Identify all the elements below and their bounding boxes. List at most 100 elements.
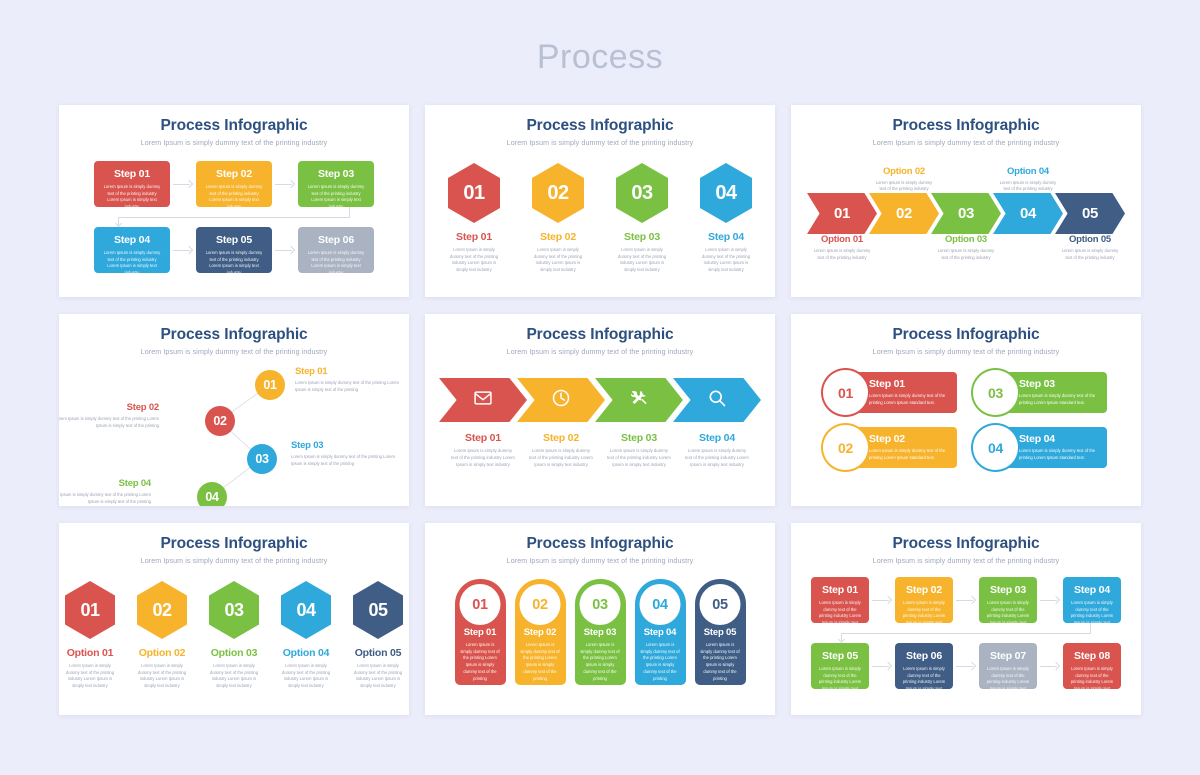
pill-step[interactable]: 04 Step 04 Lorem Ipsum is simply dummy tex… xyxy=(973,425,1107,470)
tag-step[interactable]: 02 Step 02 Lorem Ipsum is simply dummy tex… xyxy=(514,579,566,685)
infographic-grid: Process Infographic Lorem Ipsum is simpl… xyxy=(0,105,1200,715)
step-box[interactable]: Step 05 Lorem Ipsum is simply dummy text … xyxy=(811,643,869,697)
hexagon-item[interactable]: 04 Option 04 Lorem Ipsum is simply dummy t… xyxy=(276,581,336,690)
chevron-step[interactable]: 04 xyxy=(993,193,1063,234)
hexagon-label: Step 03 xyxy=(624,231,660,243)
chevron-label: Step 04 xyxy=(699,432,735,444)
hexagon-item[interactable]: 02 Step 02 Lorem Ipsum is simply dummy tex… xyxy=(528,163,588,274)
step-box-label: Step 03 xyxy=(990,584,1026,596)
step-box-label: Step 07 xyxy=(990,650,1026,662)
zigzag-text-group: Step 02 Lorem Ipsum is simply dummy text … xyxy=(59,402,159,430)
hexagon-label: Step 02 xyxy=(540,231,576,243)
hexagon-item[interactable]: 04 Step 04 Lorem Ipsum is simply dummy tex… xyxy=(696,163,756,274)
chevron-step[interactable] xyxy=(517,378,605,422)
labels-top: Option 01Lorem Ipsum is simply dummy tex… xyxy=(801,147,1131,193)
step-box[interactable]: Step 06 Lorem Ipsum is simply dummy text … xyxy=(298,227,374,275)
step-row-top: Step 01 Lorem Ipsum is simply dummy text … xyxy=(811,577,1121,631)
step-box-label: Step 01 xyxy=(114,168,150,180)
card-hexagons-5[interactable]: Process Infographic Lorem Ipsum is simpl… xyxy=(59,523,409,715)
step-box[interactable]: Step 03 Lorem Ipsum is simply dummy text … xyxy=(298,161,374,209)
chevron-option-label-group: Option 01 Lorem Ipsum is simply dummy tex… xyxy=(811,234,873,261)
card-subtitle: Lorem Ipsum is simply dummy text of the … xyxy=(506,557,694,565)
chevron-row xyxy=(425,378,775,422)
card-title: Process Infographic xyxy=(160,326,308,343)
tag-description: Lorem Ipsum is simply dummy text of the … xyxy=(640,642,680,681)
clock-icon xyxy=(551,388,571,413)
hexagon-description: Lorem Ipsum is simply dummy text of the … xyxy=(137,663,187,689)
arrow-icon xyxy=(953,595,979,605)
pill-description: Lorem Ipsum is simply dummy text of the … xyxy=(1019,393,1096,405)
chevron-description: Lorem Ipsum is simply dummy text of the … xyxy=(529,448,593,467)
step-box-label: Step 04 xyxy=(1074,584,1110,596)
pill-step[interactable]: 02 Step 02 Lorem Ipsum is simply dummy tex… xyxy=(823,425,957,470)
hexagon-number: 02 xyxy=(532,163,584,223)
step-box[interactable]: Step 08 Lorem Ipsum is simply dummy text … xyxy=(1063,643,1121,697)
tag-step[interactable]: 01 Step 01 Lorem Ipsum is simply dummy tex… xyxy=(454,579,506,685)
pill-step[interactable]: 01 Step 01 Lorem Ipsum is simply dummy tex… xyxy=(823,370,957,415)
step-box[interactable]: Step 05 Lorem Ipsum is simply dummy text … xyxy=(196,227,272,275)
hexagon-number: 03 xyxy=(616,163,668,223)
step-box-label: Step 04 xyxy=(114,234,150,246)
arrow-icon xyxy=(869,661,895,671)
tag-step[interactable]: 05 Step 05 Lorem Ipsum is simply dummy tex… xyxy=(694,579,746,685)
zigzag-description: Lorem Ipsum is simply dummy text of the … xyxy=(59,492,151,504)
envelope-icon xyxy=(473,388,493,413)
zigzag-text-group: Step 01 Lorem Ipsum is simply dummy text … xyxy=(295,366,403,394)
card-tags-5[interactable]: Process Infographic Lorem Ipsum is simpl… xyxy=(425,523,775,715)
chevron-step[interactable]: 03 xyxy=(931,193,1001,234)
step-box[interactable]: Step 03 Lorem Ipsum is simply dummy text … xyxy=(979,577,1037,631)
card-step-boxes-6[interactable]: Process Infographic Lorem Ipsum is simpl… xyxy=(59,105,409,297)
hexagon-item[interactable]: 02 Option 02 Lorem Ipsum is simply dummy t… xyxy=(132,581,192,690)
step-row-bottom: Step 05 Lorem Ipsum is simply dummy text … xyxy=(811,643,1121,697)
hexagon-item[interactable]: 03 Option 03 Lorem Ipsum is simply dummy t… xyxy=(204,581,264,690)
zigzag-circle[interactable]: 01 xyxy=(255,370,285,400)
hexagon-item[interactable]: 05 Option 05 Lorem Ipsum is simply dummy t… xyxy=(348,581,408,690)
chevron-step[interactable]: 02 xyxy=(869,193,939,234)
step-box-label: Step 03 xyxy=(318,168,354,180)
hexagon-label: Option 05 xyxy=(354,647,402,659)
zigzag-description: Lorem Ipsum is simply dummy text of the … xyxy=(59,416,159,428)
zigzag-label: Step 01 xyxy=(295,366,328,377)
hexagon-item[interactable]: 01 Step 01 Lorem Ipsum is simply dummy tex… xyxy=(444,163,504,274)
arrow-icon xyxy=(953,661,979,671)
card-chevrons-icons-4[interactable]: Process Infographic Lorem Ipsum is simpl… xyxy=(425,314,775,506)
chevron-step[interactable] xyxy=(439,378,527,422)
tag-number-circle: 05 xyxy=(699,584,741,625)
tag-label: Step 03 xyxy=(583,627,617,638)
hexagon-description: Lorem Ipsum is simply dummy text of the … xyxy=(617,247,667,273)
step-box[interactable]: Step 04 Lorem Ipsum is simply dummy text … xyxy=(94,227,170,275)
step-box[interactable]: Step 06 Lorem Ipsum is simply dummy text … xyxy=(895,643,953,697)
chevron-step[interactable] xyxy=(595,378,683,422)
zigzag-circle[interactable]: 04 xyxy=(197,482,227,506)
step-box[interactable]: Step 01 Lorem Ipsum is simply dummy text … xyxy=(94,161,170,209)
zigzag-circle[interactable]: 02 xyxy=(205,406,235,436)
pill-number-circle: 02 xyxy=(823,425,868,470)
step-box[interactable]: Step 02 Lorem Ipsum is simply dummy text … xyxy=(895,577,953,631)
tag-step[interactable]: 03 Step 03 Lorem Ipsum is simply dummy tex… xyxy=(574,579,626,685)
zigzag-label: Step 02 xyxy=(126,402,160,413)
step-box[interactable]: Step 07 Lorem Ipsum is simply dummy text … xyxy=(979,643,1037,697)
hexagon-item[interactable]: 01 Option 01 Lorem Ipsum is simply dummy t… xyxy=(60,581,120,690)
step-box[interactable]: Step 04 Lorem Ipsum is simply dummy text … xyxy=(1063,577,1121,631)
flow-connector xyxy=(114,207,350,228)
card-chevrons-options-5[interactable]: Process Infographic Lorem Ipsum is simpl… xyxy=(791,105,1141,297)
pill-step[interactable]: 03 Step 03 Lorem Ipsum is simply dummy tex… xyxy=(973,370,1107,415)
card-zigzag-circles-4[interactable]: Process Infographic Lorem Ipsum is simpl… xyxy=(59,314,409,506)
arrow-icon xyxy=(272,179,298,189)
pill-number-circle: 03 xyxy=(973,370,1018,415)
card-step-boxes-8[interactable]: Process Infographic Lorem Ipsum is simpl… xyxy=(791,523,1141,715)
zigzag-circle[interactable]: 03 xyxy=(247,444,277,474)
hexagon-item[interactable]: 03 Step 03 Lorem Ipsum is simply dummy tex… xyxy=(612,163,672,274)
card-hexagons-4[interactable]: Process Infographic Lorem Ipsum is simpl… xyxy=(425,105,775,297)
tag-step[interactable]: 04 Step 04 Lorem Ipsum is simply dummy tex… xyxy=(634,579,686,685)
step-box[interactable]: Step 02 Lorem Ipsum is simply dummy text … xyxy=(196,161,272,209)
card-subtitle: Lorem Ipsum is simply dummy text of the … xyxy=(872,557,1060,565)
chevron-step[interactable] xyxy=(673,378,761,422)
chevron-step[interactable]: 01 xyxy=(807,193,877,234)
zigzag-label: Step 03 xyxy=(291,440,324,451)
card-pills-4[interactable]: Process Infographic Lorem Ipsum is simpl… xyxy=(791,314,1141,506)
pill-grid: 01 Step 01 Lorem Ipsum is simply dummy tex… xyxy=(791,356,1141,470)
hexagon-label: Option 04 xyxy=(282,647,330,659)
chevron-step[interactable]: 05 xyxy=(1055,193,1125,234)
step-box[interactable]: Step 01 Lorem Ipsum is simply dummy text … xyxy=(811,577,869,631)
